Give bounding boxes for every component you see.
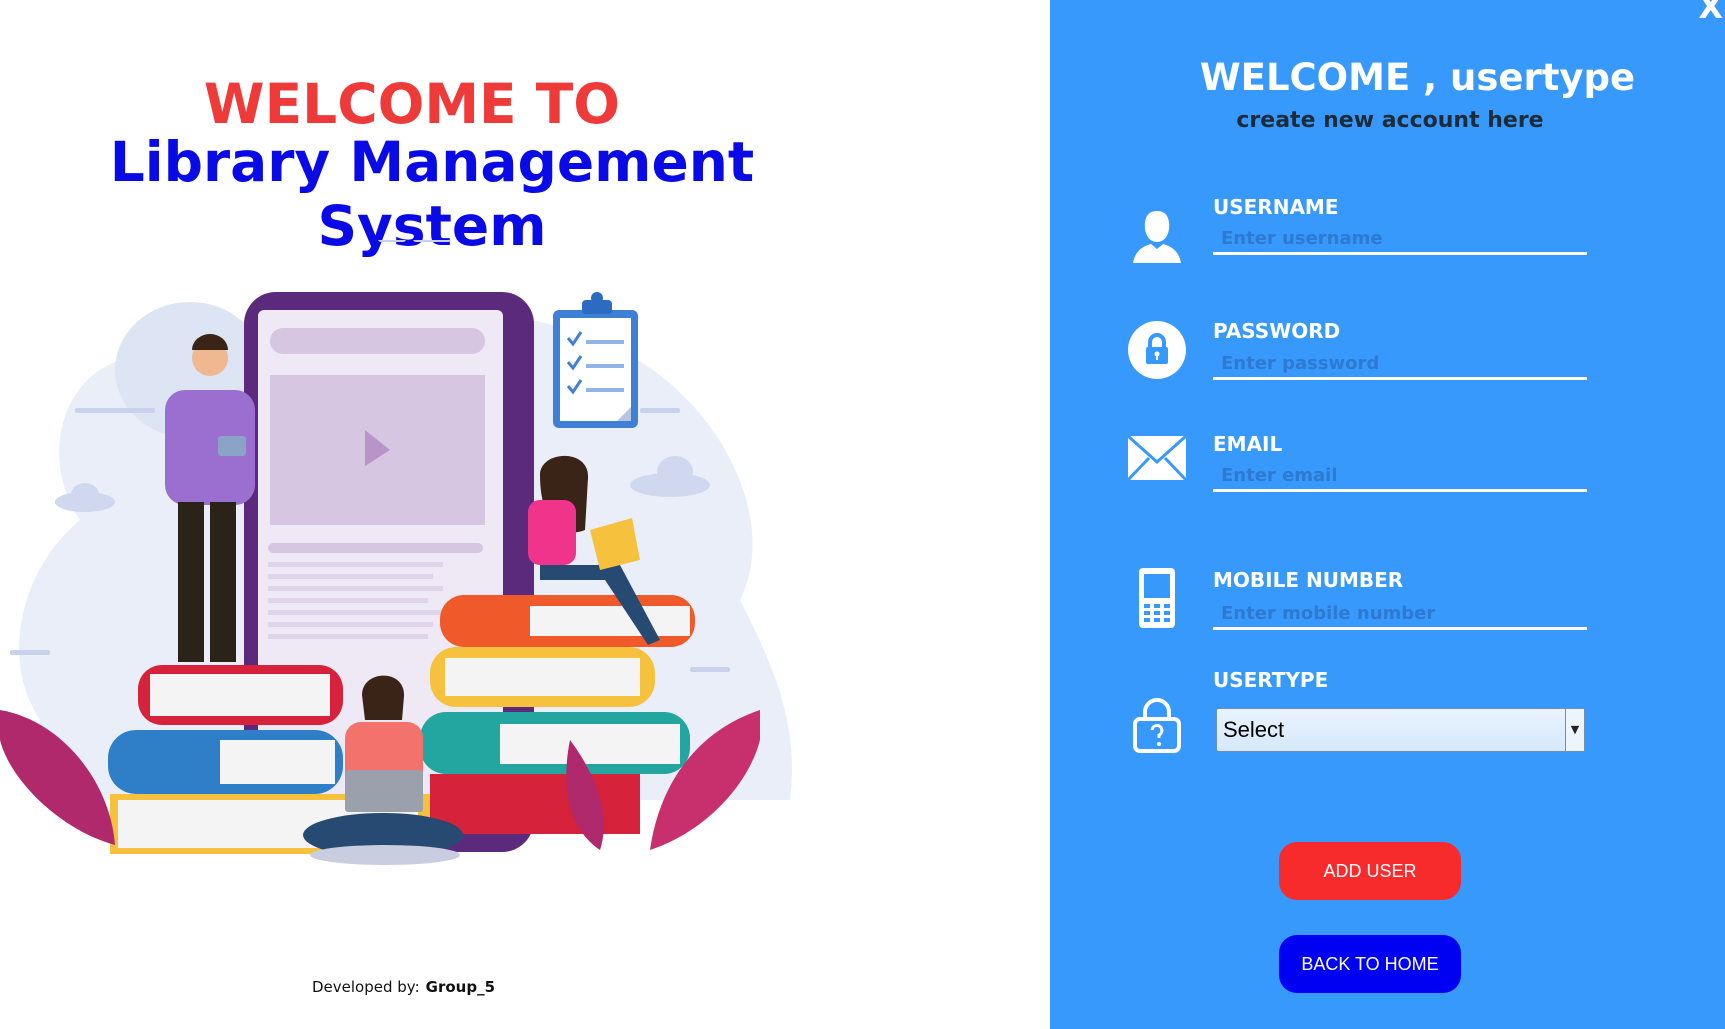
usertype-label: USERTYPE — [1213, 668, 1329, 692]
envelope-icon — [1126, 434, 1188, 482]
close-button[interactable]: X — [1698, 0, 1723, 26]
form-subtitle: create new account here — [1236, 108, 1544, 133]
mobile-number-input[interactable] — [1213, 600, 1587, 630]
lock-circle-icon — [1128, 321, 1186, 379]
dropdown-arrow-icon[interactable]: ▼ — [1565, 709, 1584, 751]
welcome-heading: WELCOME TO — [203, 72, 621, 136]
add-user-button[interactable]: ADD USER — [1279, 842, 1461, 900]
back-to-home-button[interactable]: BACK TO HOME — [1279, 935, 1461, 993]
usertype-dropdown[interactable]: Select ▼ — [1216, 708, 1585, 752]
credit-group: Group_5 — [425, 978, 496, 996]
library-illustration — [0, 240, 792, 865]
registration-panel: X WELCOME , usertype create new account … — [1050, 0, 1725, 1029]
user-icon — [1133, 211, 1181, 263]
email-label: EMAIL — [1213, 432, 1283, 456]
developer-credit: Developed by: Group_5 — [312, 978, 495, 996]
password-label: PASSWORD — [1213, 319, 1341, 343]
form-title: WELCOME , usertype — [1199, 56, 1636, 99]
question-lock-icon — [1133, 698, 1181, 753]
credit-label: Developed by: — [312, 978, 420, 996]
usertype-selected-value: Select — [1223, 717, 1285, 742]
mobile-phone-icon — [1139, 568, 1175, 628]
app-title: Library Management System — [109, 130, 755, 258]
password-input[interactable] — [1213, 350, 1587, 380]
mobile-number-label: MOBILE NUMBER — [1213, 568, 1404, 592]
username-input[interactable] — [1213, 225, 1587, 255]
username-label: USERNAME — [1213, 195, 1339, 219]
email-input[interactable] — [1213, 462, 1587, 492]
welcome-panel: WELCOME TO Library Management System Dev… — [0, 0, 1050, 1029]
